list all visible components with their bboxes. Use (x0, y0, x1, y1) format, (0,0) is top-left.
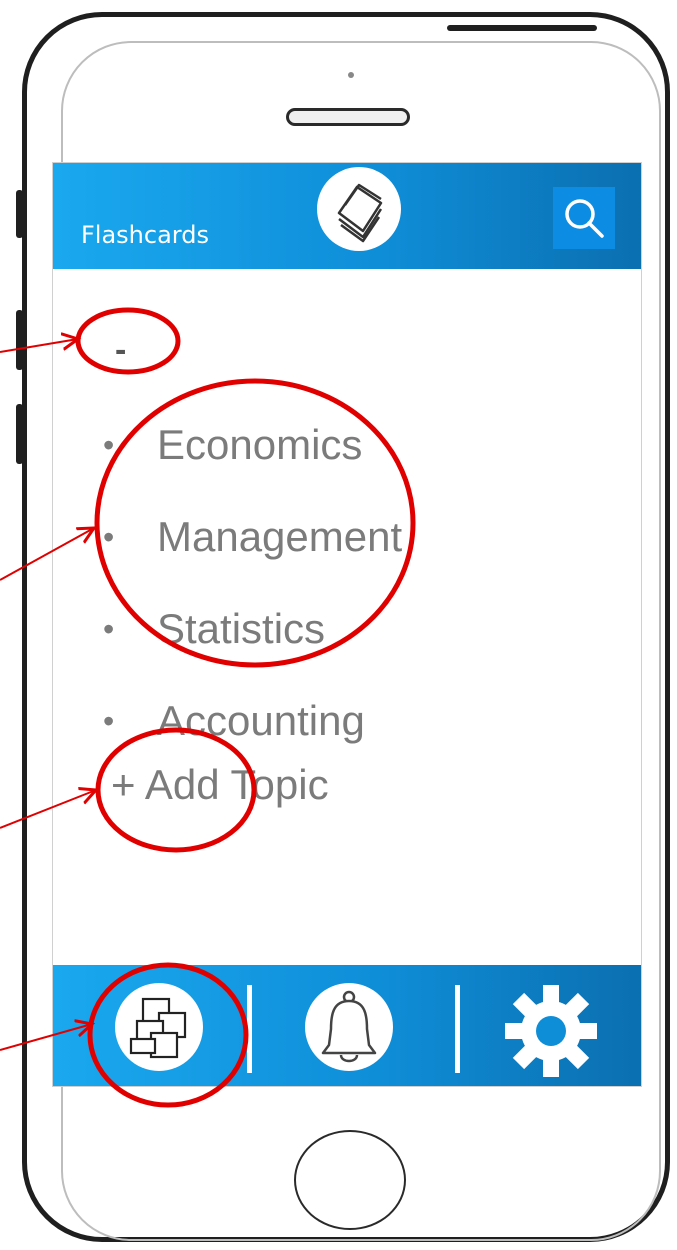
bottom-nav (53, 965, 641, 1086)
front-camera (348, 72, 354, 78)
power-button (447, 25, 597, 31)
topic-label: Statistics (157, 605, 326, 652)
nav-divider (455, 985, 460, 1073)
mute-switch (16, 190, 23, 238)
volume-down-button (16, 404, 23, 464)
app-header: Flashcards (53, 163, 641, 269)
earpiece-speaker (286, 108, 410, 126)
bullet: • (103, 611, 115, 647)
topic-item-statistics[interactable]: • Statistics (103, 583, 402, 675)
bullet: • (103, 427, 115, 463)
bullet: • (103, 519, 115, 555)
topic-label: Management (157, 513, 403, 560)
bullet: • (103, 703, 115, 739)
topic-label: Accounting (157, 697, 365, 744)
app-title: Flashcards (81, 221, 209, 249)
add-topic-button[interactable]: + Add Topic (111, 761, 329, 809)
topic-list: • Economics • Management • Statistics • … (103, 399, 402, 767)
search-icon (565, 199, 604, 238)
tab-notifications[interactable] (305, 983, 393, 1071)
tab-settings[interactable] (503, 983, 597, 1077)
gear-icon (505, 985, 597, 1077)
flashcard-stack-icon (129, 997, 187, 1059)
stacked-cards-icon (317, 167, 401, 251)
tab-flashcards[interactable] (115, 983, 203, 1071)
volume-up-button (16, 310, 23, 370)
topic-item-accounting[interactable]: • Accounting (103, 675, 402, 767)
search-button[interactable] (553, 187, 615, 249)
home-button[interactable] (294, 1130, 406, 1230)
topic-item-management[interactable]: • Management (103, 491, 402, 583)
nav-divider (247, 985, 252, 1073)
topic-item-economics[interactable]: • Economics (103, 399, 402, 491)
topic-label: Economics (157, 421, 363, 468)
app-screen: Flashcards - • Economics • Management • … (52, 162, 642, 1087)
bell-icon (321, 990, 377, 1063)
collapse-topics-button[interactable]: - (115, 331, 126, 370)
